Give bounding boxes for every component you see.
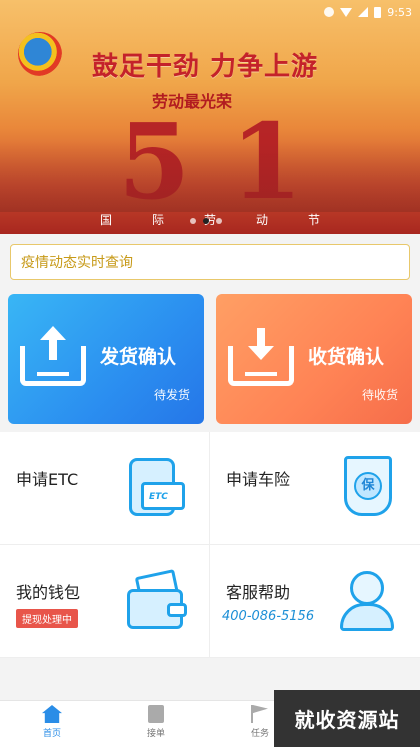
apply-etc-item[interactable]: 申请ETC ETC: [0, 432, 210, 545]
download-tray-icon: [228, 328, 294, 390]
wifi-icon: [340, 7, 353, 17]
service-grid: 申请ETC ETC 申请车险 保 我的钱包 提现处理中 客服帮助 400-086…: [0, 432, 420, 658]
holiday-char: 际: [151, 213, 164, 227]
apply-insurance-item[interactable]: 申请车险 保: [210, 432, 420, 545]
service-phone-number[interactable]: 400-086-5156: [222, 609, 314, 624]
customer-service-item[interactable]: 客服帮助 400-086-5156: [210, 545, 420, 658]
app-logo: [18, 32, 62, 76]
upload-tray-icon: [20, 326, 86, 390]
status-bar: 9:53: [324, 4, 412, 20]
banner-slogan: 鼓足干劲 力争上游: [92, 52, 319, 82]
carousel-dot[interactable]: [190, 218, 196, 224]
tab-home[interactable]: 首页: [22, 705, 82, 739]
carousel-dot[interactable]: [216, 218, 222, 224]
apply-etc-label: 申请ETC: [16, 470, 79, 489]
epidemic-query-bar[interactable]: 疫情动态实时查询: [10, 244, 410, 280]
banner-carousel[interactable]: 9:53 鼓足干劲 力争上游 劳动最光荣 51 国 际 劳 动 节: [0, 0, 420, 234]
tab-accept-order-label: 接单: [146, 729, 165, 739]
tab-accept-order[interactable]: 接单: [126, 705, 186, 739]
my-wallet-label: 我的钱包: [16, 583, 81, 602]
battery-icon: [374, 6, 382, 18]
epidemic-query-label: 疫情动态实时查询: [21, 255, 133, 271]
ship-pending-label: 待发货: [153, 388, 190, 402]
holiday-char: 国: [99, 213, 112, 227]
insurance-shield-icon: 保: [334, 454, 402, 522]
receive-confirm-card[interactable]: 收货确认 待收货: [216, 294, 412, 424]
document-icon: [148, 705, 164, 723]
tab-home-label: 首页: [42, 729, 61, 739]
apply-insurance-label: 申请车险: [226, 470, 291, 489]
flag-icon: [251, 705, 268, 723]
tab-task-label: 任务: [250, 729, 269, 739]
customer-service-label: 客服帮助: [226, 583, 291, 602]
ship-confirm-title: 发货确认: [100, 346, 177, 368]
holiday-char: 节: [307, 213, 320, 227]
ship-confirm-card[interactable]: 发货确认 待发货: [8, 294, 204, 424]
receive-confirm-title: 收货确认: [308, 346, 385, 368]
receive-pending-label: 待收货: [361, 388, 398, 402]
holiday-char: 动: [255, 213, 268, 227]
signal-icon: [358, 7, 369, 17]
carousel-indicator: [190, 218, 222, 224]
insurance-icon-text: 保: [354, 472, 382, 500]
banner-skyline: [0, 142, 420, 212]
etc-card-icon: ETC: [123, 454, 191, 522]
watermark-overlay: 就收资源站: [274, 690, 420, 747]
do-not-disturb-icon: [324, 7, 335, 17]
wallet-icon: [123, 567, 191, 635]
customer-service-agent-icon: [334, 567, 402, 635]
etc-icon-text: ETC: [149, 492, 168, 502]
carousel-dot-active[interactable]: [203, 218, 209, 224]
my-wallet-item[interactable]: 我的钱包 提现处理中: [0, 545, 210, 658]
status-time: 9:53: [387, 5, 412, 19]
withdraw-status-badge: 提现处理中: [16, 609, 78, 628]
home-icon: [42, 705, 62, 723]
